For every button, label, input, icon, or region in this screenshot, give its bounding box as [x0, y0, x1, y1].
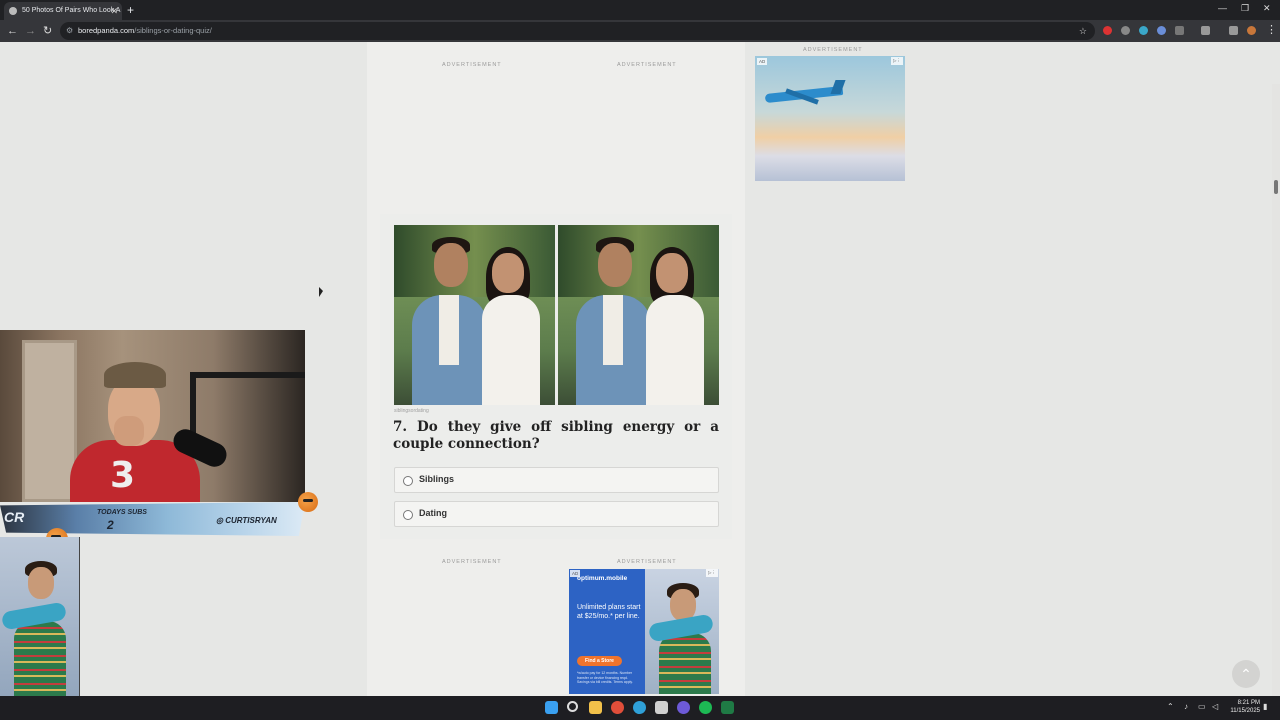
mobile-plan-ad[interactable]: optimum.mobile Unlimited plans start at …	[569, 569, 719, 694]
windows-taskbar: ⌃ ♪ ▭ ◁ 8:21 PM 11/15/2025 ▮	[0, 696, 1280, 720]
radio-button-icon[interactable]	[403, 476, 413, 486]
excel-icon[interactable]	[721, 701, 734, 714]
ad-brand: optimum.mobile	[577, 575, 628, 582]
subscriber-banner: CR TODAYS SUBS 2 ◎ CURTISRYAN	[0, 502, 305, 536]
site-favicon-icon	[9, 7, 17, 15]
address-bar[interactable]: ⚙ boredpanda.com/siblings-or-dating-quiz…	[60, 22, 1095, 40]
spotify-icon[interactable]	[699, 701, 712, 714]
tab-title: 50 Photos Of Pairs Who Look A	[22, 7, 121, 14]
search-icon[interactable]	[567, 701, 578, 712]
browser-tab-bar: 50 Photos Of Pairs Who Look A ✕ + — ❐ ✕	[0, 0, 1280, 20]
answer-label: Siblings	[419, 474, 455, 484]
quiz-photo-right	[558, 225, 719, 405]
edge-icon[interactable]	[633, 701, 646, 714]
find-store-button[interactable]: Find a Store	[577, 656, 622, 666]
url-host: boredpanda.com	[78, 26, 135, 35]
network-icon[interactable]: ▭	[1198, 702, 1206, 711]
todays-subs-count: 2	[107, 518, 114, 532]
bookmark-star-icon[interactable]: ☆	[1079, 22, 1087, 40]
chrome-icon[interactable]	[611, 701, 624, 714]
close-window-icon[interactable]: ✕	[1263, 3, 1271, 14]
radio-button-icon[interactable]	[403, 510, 413, 520]
scroll-to-top-button[interactable]: ⌃	[1232, 660, 1260, 688]
answer-option-siblings[interactable]: Siblings	[394, 467, 719, 493]
new-tab-button[interactable]: +	[127, 2, 134, 18]
jersey-number: 3	[110, 455, 136, 496]
extension-purple-icon[interactable]	[1157, 26, 1166, 35]
back-button[interactable]: ←	[7, 24, 18, 38]
browser-tab[interactable]: 50 Photos Of Pairs Who Look A ✕	[4, 2, 122, 20]
sidebar-icon[interactable]	[1201, 26, 1210, 35]
browser-menu-icon[interactable]: ⋮	[1266, 23, 1277, 37]
orange-mascot-icon	[298, 492, 318, 512]
taskbar-clock[interactable]: 8:21 PM 11/15/2025	[1226, 699, 1260, 715]
airline-ad-banner[interactable]: AD ▷⋮	[755, 56, 905, 181]
tab-search-icon[interactable]	[1229, 26, 1238, 35]
clock-time: 8:21 PM	[1237, 700, 1260, 706]
start-button-icon[interactable]	[545, 701, 558, 714]
ad-label: ADVERTISEMENT	[617, 559, 677, 565]
restore-icon[interactable]: ❐	[1241, 3, 1249, 14]
extension-gray-icon[interactable]	[1121, 26, 1130, 35]
url-path: /siblings-or-dating-quiz/	[134, 26, 212, 35]
photo-credit[interactable]: siblingsordating	[394, 408, 429, 414]
file-explorer-icon[interactable]	[589, 701, 602, 714]
ad-choices-icon[interactable]: ▷⋮	[706, 569, 718, 577]
ad-label: ADVERTISEMENT	[803, 47, 863, 53]
stream-thumbnail	[0, 537, 80, 696]
scrollbar-thumb[interactable]	[1274, 180, 1278, 194]
browser-toolbar: ← → ↻ ⚙ boredpanda.com/siblings-or-datin…	[0, 20, 1280, 42]
ad-badge: AD	[570, 570, 581, 577]
microphone-arm	[190, 372, 305, 378]
webcam-overlay: 3	[0, 330, 305, 502]
profile-avatar-icon[interactable]	[1247, 26, 1256, 35]
forward-button[interactable]: →	[25, 24, 36, 38]
reload-button[interactable]: ↻	[43, 24, 52, 38]
answer-label: Dating	[419, 508, 447, 518]
extension-red-icon[interactable]	[1103, 26, 1112, 35]
instagram-handle: ◎ CURTISRYAN	[216, 516, 277, 525]
page-scrollbar[interactable]	[1272, 84, 1280, 696]
notification-icon[interactable]: ▮	[1263, 702, 1267, 711]
discord-icon[interactable]	[677, 701, 690, 714]
extension-blue-icon[interactable]	[1139, 26, 1148, 35]
store-icon[interactable]	[655, 701, 668, 714]
ad-choices-icon[interactable]: ▷⋮	[891, 57, 903, 65]
microphone-tray-icon[interactable]: ♪	[1184, 702, 1188, 711]
minimize-icon[interactable]: —	[1218, 3, 1227, 13]
tray-overflow-icon[interactable]: ⌃	[1167, 702, 1174, 711]
ad-label: ADVERTISEMENT	[617, 62, 677, 68]
ad-headline: Unlimited plans start at $25/mo.* per li…	[577, 604, 641, 620]
ad-model-image	[645, 569, 719, 694]
stream-logo: CR	[4, 509, 25, 525]
ad-label: ADVERTISEMENT	[442, 62, 502, 68]
todays-subs-label: TODAYS SUBS	[97, 509, 147, 516]
ad-badge: AD	[757, 58, 768, 65]
ad-fine-print: *w/auto pay for 12 months. Number transf…	[577, 671, 633, 684]
extensions-puzzle-icon[interactable]	[1175, 26, 1184, 35]
quiz-photo-left	[394, 225, 555, 405]
ad-label: ADVERTISEMENT	[442, 559, 502, 565]
close-tab-icon[interactable]: ✕	[110, 2, 118, 20]
site-info-icon[interactable]: ⚙	[66, 22, 73, 40]
clock-date: 11/15/2025	[1230, 708, 1260, 714]
answer-option-dating[interactable]: Dating	[394, 501, 719, 527]
mouse-cursor-icon	[319, 287, 323, 297]
quiz-question: 7. Do they give off sibling energy or a …	[393, 419, 719, 452]
volume-icon[interactable]: ◁	[1212, 702, 1218, 711]
